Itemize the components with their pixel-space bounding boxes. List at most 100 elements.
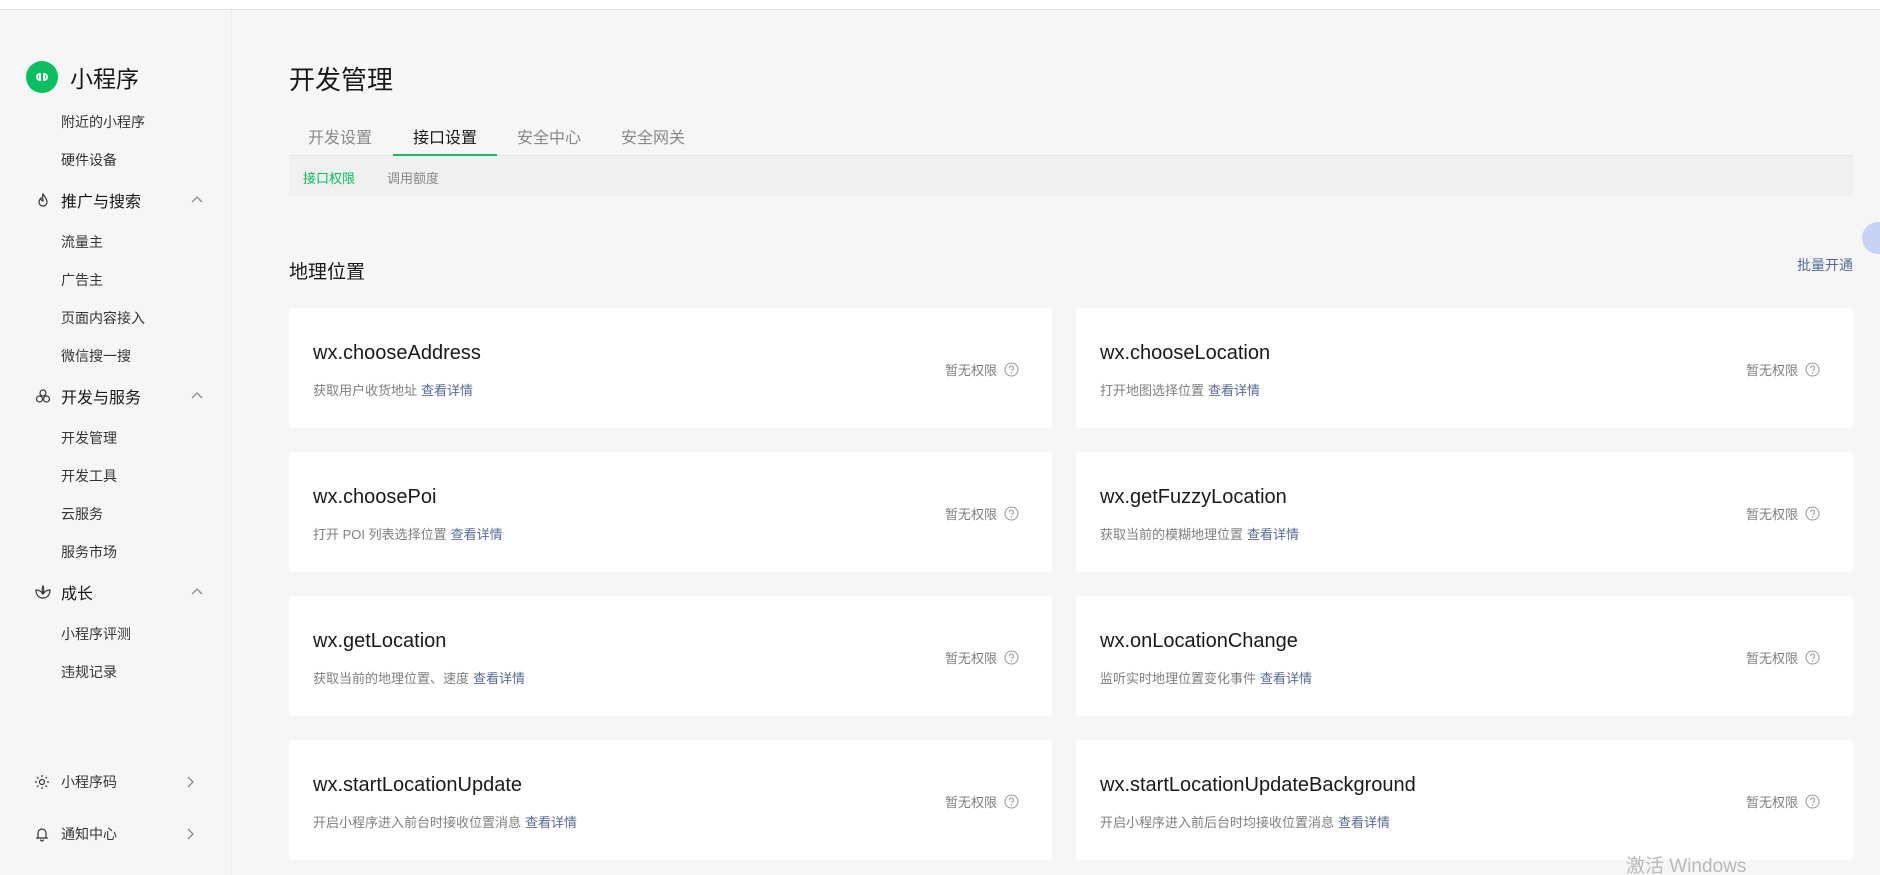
view-details-link[interactable]: 查看详情: [421, 383, 473, 398]
api-desc-text: 获取用户收货地址: [313, 383, 418, 398]
permission-status: 暂无权限: [1746, 504, 1820, 523]
question-icon[interactable]: [1004, 362, 1019, 377]
sidebar-item-service-market[interactable]: 服务市场: [61, 542, 117, 562]
api-name: wx.choosePoi: [313, 486, 437, 508]
sidebar: 小程序 附近的小程序 硬件设备 推广与搜索 流量主 广告主 页面内容接入 微信搜…: [0, 10, 232, 875]
chevron-up-icon: [190, 193, 204, 207]
chevron-up-icon: [190, 585, 204, 599]
batch-enable-link[interactable]: 批量开通: [1797, 255, 1853, 275]
tab-security-gateway[interactable]: 安全网关: [621, 124, 685, 148]
sidebar-group-label: 推广与搜索: [61, 194, 142, 211]
question-icon[interactable]: [1805, 506, 1820, 521]
chevron-right-icon: [184, 827, 196, 841]
sidebar-item-traffic-owner[interactable]: 流量主: [61, 232, 103, 252]
sidebar-group-growth[interactable]: 成长: [34, 580, 204, 604]
sidebar-bottom-label: 通知中心: [61, 826, 117, 842]
question-icon[interactable]: [1004, 794, 1019, 809]
logo-text: 小程序: [70, 66, 139, 92]
subtab-api-permissions[interactable]: 接口权限: [303, 168, 355, 187]
question-icon[interactable]: [1805, 794, 1820, 809]
floating-side-tab[interactable]: [1862, 222, 1880, 254]
sidebar-item-dev-management[interactable]: 开发管理: [61, 428, 117, 448]
api-desc-text: 打开地图选择位置: [1100, 383, 1205, 398]
view-details-link[interactable]: 查看详情: [473, 671, 525, 686]
sidebar-bottom-label: 小程序码: [61, 774, 117, 790]
main-tabs: 开发设置 接口设置 安全中心 安全网关: [289, 120, 1853, 156]
permission-status-text: 暂无权限: [944, 363, 997, 378]
growth-icon: [34, 583, 52, 601]
sub-tabs: 接口权限 调用额度: [289, 156, 1853, 196]
sidebar-qrcode[interactable]: 小程序码: [34, 772, 196, 792]
api-description: 打开地图选择位置 查看详情: [1100, 380, 1260, 399]
api-description: 打开 POI 列表选择位置 查看详情: [313, 524, 503, 543]
api-name: wx.onLocationChange: [1100, 630, 1298, 652]
api-desc-text: 开启小程序进入前后台时均接收位置消息: [1100, 815, 1335, 830]
api-description: 获取用户收货地址 查看详情: [313, 380, 473, 399]
question-icon[interactable]: [1805, 362, 1820, 377]
api-name: wx.getFuzzyLocation: [1100, 486, 1287, 508]
page-title: 开发管理: [289, 65, 394, 95]
sidebar-group-promotion[interactable]: 推广与搜索: [34, 188, 204, 212]
windows-activation-watermark: 激活 Windows: [1626, 856, 1747, 875]
subtab-call-quota[interactable]: 调用额度: [387, 168, 439, 187]
api-description: 开启小程序进入前后台时均接收位置消息 查看详情: [1100, 812, 1390, 831]
sidebar-item-dev-tools[interactable]: 开发工具: [61, 466, 117, 486]
tab-security-center[interactable]: 安全中心: [517, 124, 581, 148]
view-details-link[interactable]: 查看详情: [1338, 815, 1390, 830]
api-description: 获取当前的地理位置、速度 查看详情: [313, 668, 525, 687]
chevron-up-icon: [190, 389, 204, 403]
api-desc-text: 获取当前的地理位置、速度: [313, 671, 470, 686]
api-description: 监听实时地理位置变化事件 查看详情: [1100, 668, 1312, 687]
api-name: wx.startLocationUpdateBackground: [1100, 774, 1416, 796]
permission-status: 暂无权限: [1746, 360, 1820, 379]
view-details-link[interactable]: 查看详情: [1208, 383, 1260, 398]
permission-status: 暂无权限: [945, 504, 1019, 523]
sidebar-notifications[interactable]: 通知中心: [34, 824, 196, 844]
permission-status: 暂无权限: [945, 648, 1019, 667]
question-icon[interactable]: [1004, 506, 1019, 521]
api-name: wx.startLocationUpdate: [313, 774, 523, 796]
api-desc-text: 开启小程序进入前台时接收位置消息: [313, 815, 522, 830]
api-card: wx.getLocation 获取当前的地理位置、速度 查看详情 暂无权限: [289, 596, 1052, 716]
question-icon[interactable]: [1004, 650, 1019, 665]
api-card: wx.startLocationUpdateBackground 开启小程序进入…: [1076, 740, 1853, 860]
dev-service-icon: [34, 387, 52, 405]
view-details-link[interactable]: 查看详情: [525, 815, 577, 830]
api-card: wx.onLocationChange 监听实时地理位置变化事件 查看详情 暂无权…: [1076, 596, 1853, 716]
sidebar-item-page-content[interactable]: 页面内容接入: [61, 308, 145, 328]
api-card: wx.chooseLocation 打开地图选择位置 查看详情 暂无权限: [1076, 308, 1853, 428]
api-name: wx.getLocation: [313, 630, 447, 652]
permission-status-text: 暂无权限: [1745, 795, 1798, 810]
api-card: wx.choosePoi 打开 POI 列表选择位置 查看详情 暂无权限: [289, 452, 1052, 572]
api-name: wx.chooseAddress: [313, 342, 481, 364]
permission-status: 暂无权限: [945, 792, 1019, 811]
api-description: 开启小程序进入前台时接收位置消息 查看详情: [313, 812, 577, 831]
section-title: 地理位置: [289, 262, 366, 283]
api-desc-text: 监听实时地理位置变化事件: [1100, 671, 1257, 686]
tab-dev-settings[interactable]: 开发设置: [308, 124, 372, 148]
permission-status-text: 暂无权限: [1745, 363, 1798, 378]
api-card: wx.getFuzzyLocation 获取当前的模糊地理位置 查看详情 暂无权限: [1076, 452, 1853, 572]
api-description: 获取当前的模糊地理位置 查看详情: [1100, 524, 1299, 543]
bell-icon: [34, 826, 50, 842]
sidebar-item-cloud-service[interactable]: 云服务: [61, 504, 103, 524]
tab-api-settings[interactable]: 接口设置: [413, 124, 477, 148]
sidebar-item-hardware[interactable]: 硬件设备: [61, 150, 117, 170]
sidebar-item-violations[interactable]: 违规记录: [61, 662, 117, 682]
permission-status-text: 暂无权限: [1745, 507, 1798, 522]
permission-status-text: 暂无权限: [944, 795, 997, 810]
view-details-link[interactable]: 查看详情: [451, 527, 503, 542]
permission-status: 暂无权限: [1746, 792, 1820, 811]
sidebar-group-dev-service[interactable]: 开发与服务: [34, 384, 204, 408]
sidebar-item-wechat-search[interactable]: 微信搜一搜: [61, 346, 131, 366]
sidebar-item-evaluation[interactable]: 小程序评测: [61, 624, 131, 644]
permission-status: 暂无权限: [945, 360, 1019, 379]
app-logo[interactable]: 小程序: [26, 60, 139, 94]
sidebar-item-nearby[interactable]: 附近的小程序: [61, 112, 145, 132]
view-details-link[interactable]: 查看详情: [1247, 527, 1299, 542]
promotion-icon: [34, 191, 52, 209]
api-desc-text: 获取当前的模糊地理位置: [1100, 527, 1244, 542]
question-icon[interactable]: [1805, 650, 1820, 665]
view-details-link[interactable]: 查看详情: [1260, 671, 1312, 686]
sidebar-item-advertiser[interactable]: 广告主: [61, 270, 103, 290]
